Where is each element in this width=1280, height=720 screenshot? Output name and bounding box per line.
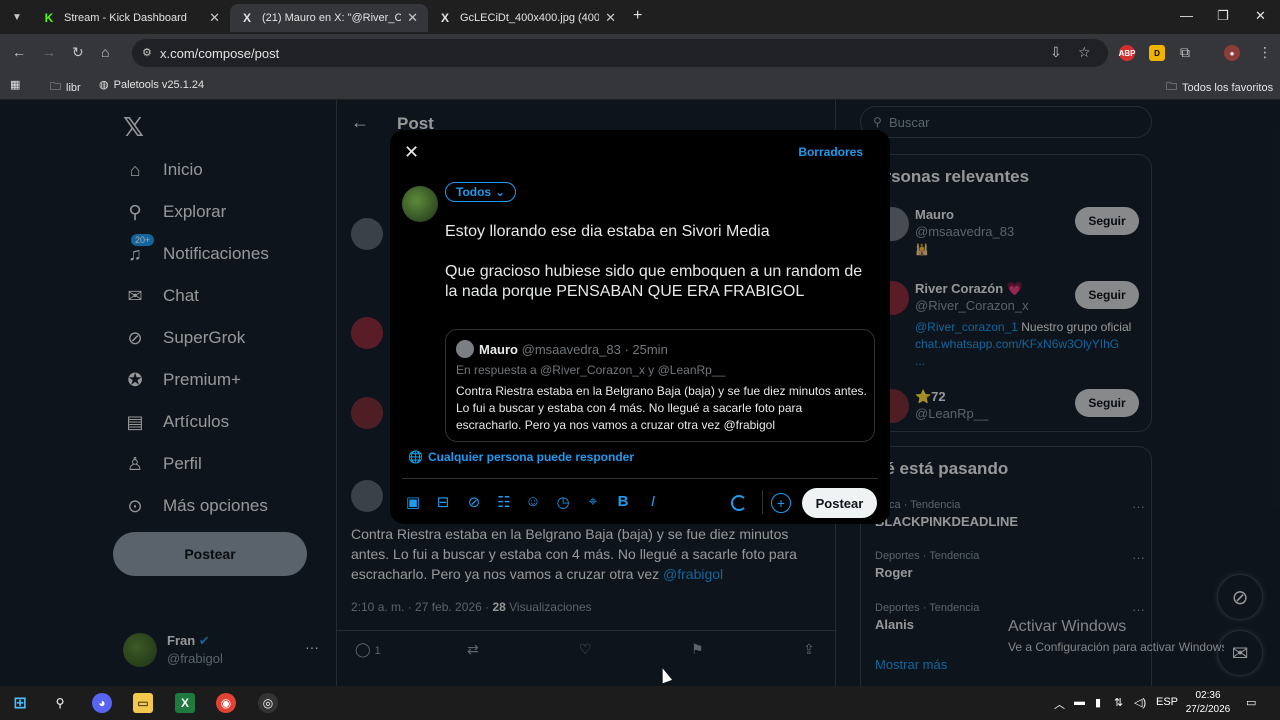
- maximize-icon[interactable]: ❐: [1217, 8, 1229, 24]
- quote-reply-to: En respuesta a @River_Corazon_x y @LeanR…: [456, 363, 726, 377]
- tab-search-icon[interactable]: ▼: [8, 8, 26, 26]
- quote-body: Contra Riestra estaba en la Belgrano Baj…: [456, 384, 867, 432]
- forward-icon[interactable]: →: [42, 44, 56, 60]
- network-icon[interactable]: ⇅: [1114, 696, 1123, 709]
- grok-icon[interactable]: ⊘: [465, 493, 483, 511]
- close-window-icon[interactable]: ✕: [1255, 8, 1266, 24]
- folder-icon: 🗀: [1166, 81, 1177, 93]
- add-post-icon[interactable]: +: [771, 493, 791, 513]
- menu-icon[interactable]: ⋮: [1258, 44, 1272, 61]
- location-icon[interactable]: ⌖: [584, 493, 602, 510]
- poll-icon[interactable]: ☷: [495, 493, 513, 511]
- toolbar: ← → ↻ ⌂ ⚙ x.com/compose/post ⇩ ☆ ABP D ⧉…: [0, 34, 1280, 72]
- bold-icon[interactable]: B: [614, 493, 632, 510]
- chrome-icon[interactable]: ◉: [216, 693, 236, 713]
- avatar: [402, 186, 438, 222]
- tab-image[interactable]: X GcLECiDt_400x400.jpg (400×400) ✕: [428, 4, 626, 32]
- extensions-icon[interactable]: ⧉: [1180, 44, 1190, 61]
- drafts-button[interactable]: Borradores: [798, 145, 863, 159]
- compose-textarea[interactable]: Estoy llorando ese dia estaba en Sivori …: [445, 222, 875, 302]
- reply-settings-label: Cualquier persona puede responder: [427, 450, 634, 464]
- bookmarks-bar: ▦ 🗀 libr ◍ Paletools v25.1.24 🗀 Todos los f…: [0, 72, 1280, 100]
- minimize-icon[interactable]: —: [1180, 8, 1193, 23]
- schedule-icon[interactable]: ◷: [554, 493, 572, 511]
- x-logo-icon: X: [242, 11, 251, 25]
- language-indicator[interactable]: ESP: [1156, 696, 1178, 708]
- emoji-icon[interactable]: ☺: [524, 493, 542, 510]
- tab-title: Stream - Kick Dashboard: [64, 12, 187, 24]
- bookmark-paletools[interactable]: ◍ Paletools v25.1.24: [99, 78, 205, 92]
- reload-icon[interactable]: ↻: [72, 44, 84, 61]
- kick-icon: K: [44, 11, 54, 25]
- install-app-icon[interactable]: ⇩: [1050, 44, 1062, 61]
- tab-kick[interactable]: K Stream - Kick Dashboard ✕: [32, 4, 230, 32]
- compose-line: Que gracioso hubiese sido que emboquen a…: [445, 263, 863, 300]
- battery-icon[interactable]: ▬: [1074, 696, 1085, 708]
- quoted-post[interactable]: Mauro @msaavedra_83 · 25min En respuesta…: [445, 329, 875, 442]
- search-icon[interactable]: ⚲: [50, 693, 70, 713]
- audience-label: Todos: [456, 185, 492, 199]
- tab-x-post[interactable]: X (21) Mauro en X: "@River_Corazon ✕: [230, 4, 428, 32]
- home-icon[interactable]: ⌂: [101, 44, 109, 60]
- address-bar[interactable]: ⚙ x.com/compose/post: [132, 39, 1108, 67]
- tray-chevron-icon[interactable]: ︿: [1054, 696, 1065, 712]
- compose-modal: ✕ Borradores Todos ⌄ Estoy llorando ese d…: [390, 130, 890, 524]
- clock-time: 02:36: [1195, 690, 1221, 701]
- clock-date: 27/2/2026: [1185, 704, 1231, 715]
- tab-title: (21) Mauro en X: "@River_Corazon: [262, 12, 402, 24]
- all-bookmarks[interactable]: 🗀 Todos los favoritos: [1166, 78, 1273, 97]
- compose-line: Estoy llorando ese dia estaba en Sivori …: [445, 223, 770, 240]
- windows-start-icon[interactable]: ⊞: [10, 693, 30, 713]
- new-tab-icon[interactable]: +: [633, 7, 642, 25]
- close-icon[interactable]: ✕: [404, 142, 419, 163]
- tab-strip: ▼ K Stream - Kick Dashboard ✕ X (21) Mau…: [0, 0, 1280, 34]
- reply-settings[interactable]: 🌐 Cualquier persona puede responder: [408, 450, 634, 464]
- bookmark-label: libr: [66, 81, 81, 94]
- bookmark-label: Todos los favoritos: [1182, 81, 1274, 94]
- globe-icon: 🌐: [408, 450, 423, 464]
- file-explorer-icon[interactable]: ▭: [133, 693, 153, 713]
- discord-icon[interactable]: ◕: [92, 693, 112, 713]
- audience-selector[interactable]: Todos ⌄: [445, 182, 517, 202]
- post-submit-button[interactable]: Postear: [802, 488, 877, 518]
- excel-icon[interactable]: X: [175, 693, 195, 713]
- divider: [762, 490, 763, 514]
- taskbar: ⊞ ⚲ ◕ ▭ X ◉ ◎ ︿ ▬ ▮ ⇅ ◁) ESP 02:36 27/2/2…: [0, 686, 1280, 720]
- divider: [402, 478, 878, 479]
- bookmark-star-icon[interactable]: ☆: [1078, 44, 1091, 61]
- obs-icon[interactable]: ◎: [258, 693, 278, 713]
- gif-icon[interactable]: ⊟: [434, 493, 452, 511]
- close-tab-icon[interactable]: ✕: [407, 10, 418, 26]
- quote-header: Mauro @msaavedra_83 · 25min: [479, 342, 668, 357]
- apps-icon[interactable]: ▦: [10, 78, 20, 91]
- back-icon[interactable]: ←: [12, 44, 26, 60]
- profile-avatar-icon[interactable]: ●: [1224, 45, 1240, 61]
- globe-icon: ◍: [99, 79, 109, 91]
- extension-d-icon[interactable]: D: [1149, 45, 1165, 61]
- chevron-down-icon: ⌄: [495, 185, 506, 199]
- close-tab-icon[interactable]: ✕: [605, 10, 616, 26]
- site-info-icon[interactable]: ⚙: [142, 46, 152, 59]
- media-icon[interactable]: ▣: [404, 493, 422, 511]
- adblock-icon[interactable]: ABP: [1119, 45, 1135, 61]
- italic-icon[interactable]: I: [644, 493, 662, 510]
- avatar: [456, 340, 474, 358]
- char-counter-icon: [731, 495, 747, 511]
- mic-icon[interactable]: ▮: [1095, 696, 1101, 709]
- bookmark-libr[interactable]: 🗀 libr: [50, 78, 81, 97]
- close-tab-icon[interactable]: ✕: [209, 10, 220, 26]
- tab-title: GcLECiDt_400x400.jpg (400×400): [460, 12, 600, 24]
- x-logo-icon: X: [440, 11, 449, 25]
- folder-icon: 🗀: [50, 81, 61, 93]
- volume-icon[interactable]: ◁): [1134, 696, 1146, 709]
- clock[interactable]: 02:36 27/2/2026: [1180, 689, 1236, 717]
- url-text: x.com/compose/post: [160, 45, 280, 61]
- notification-center-icon[interactable]: ▭: [1246, 696, 1256, 709]
- bookmark-label: Paletools v25.1.24: [113, 78, 205, 91]
